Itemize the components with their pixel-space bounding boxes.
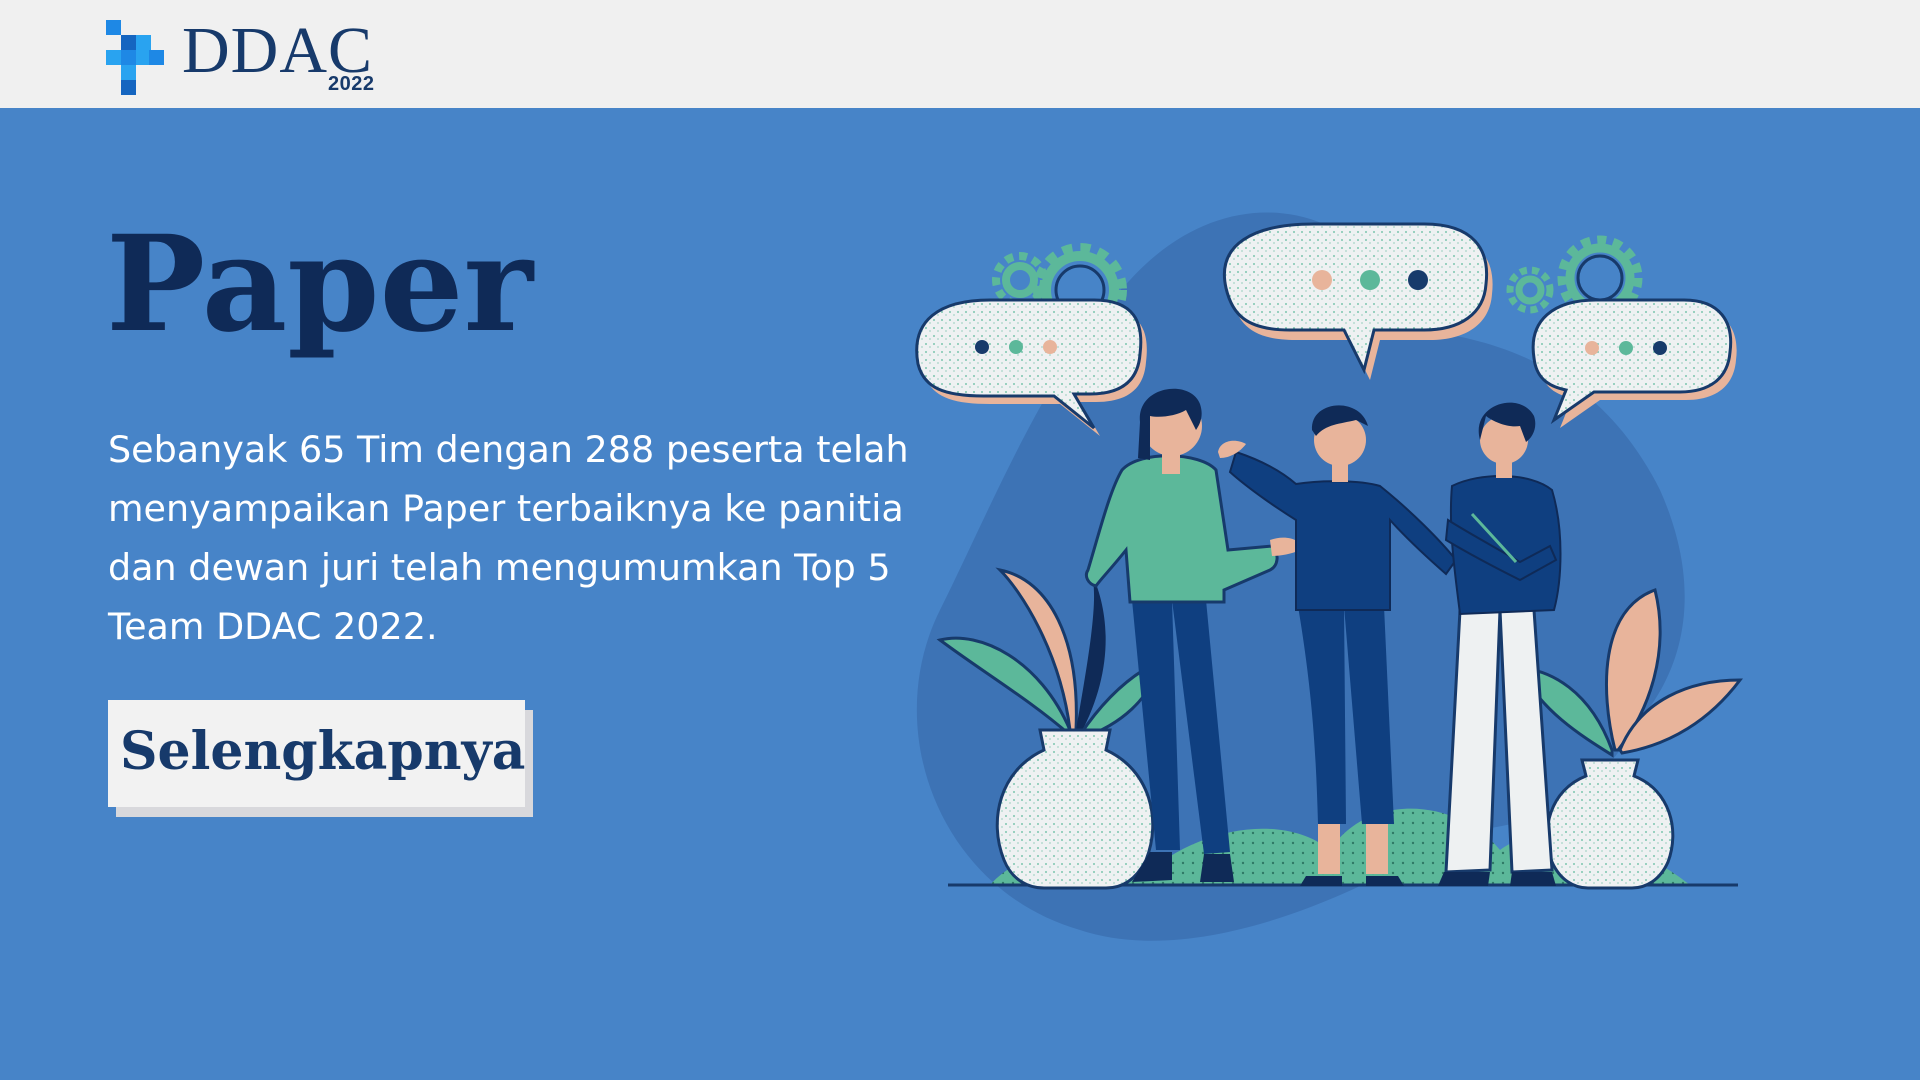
cross-pixel-logo-icon	[106, 20, 164, 95]
selengkapnya-button[interactable]: Selengkapnya	[108, 700, 525, 807]
top-bar: DDAC 2022	[0, 0, 1920, 108]
description-text: Sebanyak 65 Tim dengan 288 peserta telah…	[108, 428, 909, 648]
ddac-logo[interactable]: DDAC 2022	[106, 18, 406, 96]
slide-page: DDAC 2022 Paper Sebanyak 65 Tim dengan 2…	[0, 0, 1920, 1080]
page-title: Paper	[106, 207, 534, 362]
speech-bubble-right	[1531, 298, 1737, 428]
gear-icon	[1506, 266, 1554, 314]
people-discussion-illustration	[915, 212, 1744, 941]
selengkapnya-label: Selengkapnya	[120, 721, 526, 782]
logo-year: 2022	[328, 73, 375, 95]
gear-icon	[992, 252, 1048, 308]
